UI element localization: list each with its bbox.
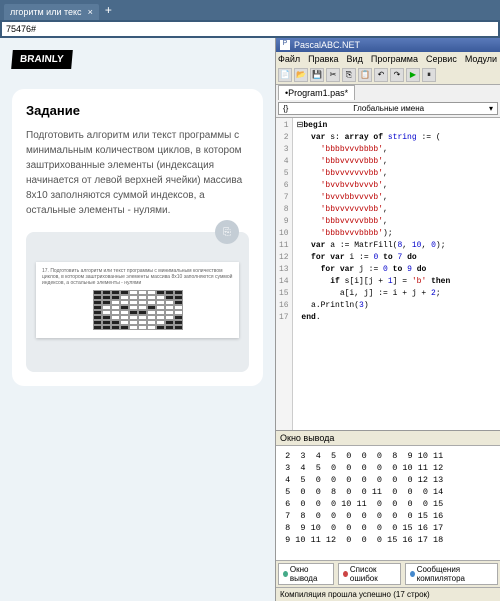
status-bar: Окно вывода Список ошибок Сообщения комп… bbox=[276, 560, 500, 587]
pattern-grid bbox=[93, 290, 183, 330]
brainly-logo: BRAINLY bbox=[11, 50, 72, 69]
menu-Программа[interactable]: Программа bbox=[371, 54, 418, 64]
output-panel: Окно вывода 2 3 4 5 0 0 0 8 9 10 11 3 4 … bbox=[276, 430, 500, 560]
copy-icon[interactable]: ⎘ bbox=[342, 68, 356, 82]
attached-image[interactable]: 17. Подготовить алгоритм или текст прогр… bbox=[36, 262, 239, 338]
menu-Файл[interactable]: Файл bbox=[278, 54, 300, 64]
image-caption: 17. Подготовить алгоритм или текст прогр… bbox=[42, 268, 233, 286]
output-title: Окно вывода bbox=[276, 431, 500, 446]
redo-icon[interactable]: ↷ bbox=[390, 68, 404, 82]
menu-Сервис[interactable]: Сервис bbox=[426, 54, 457, 64]
attachment-area: ⎘ 17. Подготовить алгоритм или текст про… bbox=[26, 232, 249, 372]
stop-icon[interactable]: ⏸ bbox=[422, 68, 436, 82]
dot-icon bbox=[283, 571, 288, 577]
url-input[interactable] bbox=[2, 22, 498, 36]
dot-icon bbox=[410, 571, 415, 577]
output-content[interactable]: 2 3 4 5 0 0 0 8 9 10 11 3 4 5 0 0 0 0 0 … bbox=[276, 446, 500, 560]
file-tab[interactable]: •Program1.pas* bbox=[278, 85, 355, 100]
task-heading: Задание bbox=[26, 103, 249, 118]
close-icon[interactable]: × bbox=[88, 7, 93, 17]
new-tab-button[interactable]: + bbox=[105, 3, 112, 17]
undo-icon[interactable]: ↶ bbox=[374, 68, 388, 82]
dot-icon bbox=[343, 571, 348, 577]
ide-icon: P bbox=[280, 40, 290, 50]
menu-Модули[interactable]: Модули bbox=[465, 54, 497, 64]
tab-title: лгоритм или текс bbox=[10, 7, 82, 17]
tab-messages[interactable]: Сообщения компилятора bbox=[405, 563, 498, 585]
attachment-icon[interactable]: ⎘ bbox=[215, 220, 239, 244]
cut-icon[interactable]: ✂ bbox=[326, 68, 340, 82]
status-message: Компиляция прошла успешно (17 строк) bbox=[276, 587, 500, 601]
tab-errors[interactable]: Список ошибок bbox=[338, 563, 401, 585]
brainly-panel: BRAINLY Задание Подготовить алгоритм или… bbox=[0, 38, 275, 601]
ide-titlebar: P PascalABC.NET bbox=[276, 38, 500, 52]
ide-title: PascalABC.NET bbox=[294, 40, 360, 50]
dropdown-label: Глобальные имена bbox=[353, 104, 424, 113]
line-numbers: 1234567891011121314151617 bbox=[276, 118, 293, 430]
task-card: Задание Подготовить алгоритм или текст п… bbox=[12, 89, 263, 386]
new-file-icon[interactable]: 📄 bbox=[278, 68, 292, 82]
browser-tab[interactable]: лгоритм или текс × bbox=[4, 4, 99, 20]
ide-panel: P PascalABC.NET Файл Правка Вид Программа Се… bbox=[275, 38, 500, 601]
menu-bar: ФайлПравкаВидПрограммаСервисМодулиПо bbox=[276, 52, 500, 66]
run-icon[interactable]: ▶ bbox=[406, 68, 420, 82]
task-text: Подготовить алгоритм или текст программы… bbox=[26, 128, 249, 218]
toolbar: 📄 📂 💾 ✂ ⎘ 📋 ↶ ↷ ▶ ⏸ bbox=[276, 66, 500, 85]
code-editor[interactable]: 1234567891011121314151617 ⊟begin var s: … bbox=[276, 117, 500, 430]
menu-Правка[interactable]: Правка bbox=[308, 54, 338, 64]
tab-output[interactable]: Окно вывода bbox=[278, 563, 334, 585]
paste-icon[interactable]: 📋 bbox=[358, 68, 372, 82]
save-icon[interactable]: 💾 bbox=[310, 68, 324, 82]
open-icon[interactable]: 📂 bbox=[294, 68, 308, 82]
menu-Вид[interactable]: Вид bbox=[347, 54, 363, 64]
chevron-down-icon: ▾ bbox=[489, 104, 493, 113]
code-content[interactable]: ⊟begin var s: array of string := ( 'bbbb… bbox=[293, 118, 455, 430]
scope-dropdown[interactable]: {}Глобальные имена▾ bbox=[278, 102, 498, 115]
